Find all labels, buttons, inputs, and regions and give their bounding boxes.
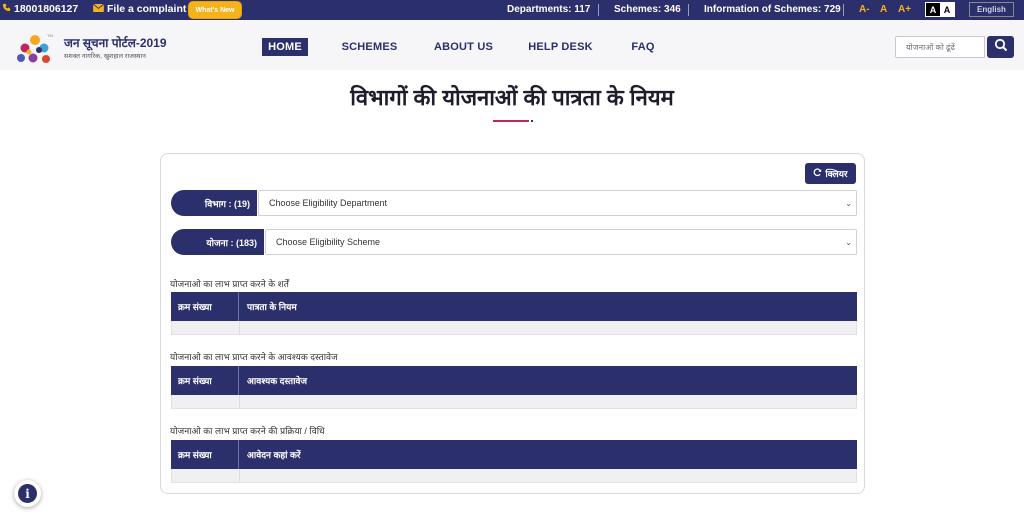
department-select[interactable]: Choose Eligibility Department ⌄	[258, 190, 857, 216]
scheme-label: योजना : (183)	[171, 229, 264, 255]
department-select-value: Choose Eligibility Department	[269, 198, 388, 208]
nav-faq[interactable]: FAQ	[627, 38, 659, 56]
department-label: विभाग : (19)	[171, 190, 257, 216]
nav-schemes[interactable]: SCHEMES	[340, 38, 399, 56]
table-header: क्रम संख्या आवेदन कहां करें	[171, 440, 857, 469]
contrast-dark-button[interactable]: A	[926, 3, 940, 16]
brand-tagline: सशक्त नागरिक, खुशहाल राजस्थान	[64, 53, 146, 60]
conditions-section-title: योजनाओ का लाभ प्राप्त करने के शर्तें	[170, 279, 289, 289]
where-to-apply-header: आवेदन कहां करें	[247, 450, 301, 460]
documents-section-title: योजनाओ का लाभ प्राप्त करने के आवश्यक दस्…	[170, 352, 338, 362]
chevron-down-icon: ⌄	[845, 199, 852, 208]
page-title: विभागों की योजनाओं की पात्रता के नियम	[350, 85, 674, 110]
scheme-filter: योजना : (183) Choose Eligibility Scheme …	[171, 229, 857, 255]
serial-number-header: क्रम संख्या	[171, 440, 239, 469]
svg-text:TM: TM	[47, 33, 53, 38]
phone-icon	[2, 3, 11, 15]
table-row	[171, 469, 857, 483]
font-increase-button[interactable]: A+	[898, 4, 911, 15]
serial-number-header: क्रम संख्या	[171, 366, 239, 395]
table-row	[171, 395, 857, 409]
title-underline	[493, 120, 529, 122]
title-underline-dot	[531, 120, 533, 122]
process-section-title: योजनाओ का लाभ प्राप्त करने की प्रक्रिया …	[170, 426, 325, 436]
chevron-down-icon: ⌄	[845, 238, 852, 247]
nav-help-desk[interactable]: HELP DESK	[528, 38, 593, 56]
contrast-toggle[interactable]: A A	[925, 2, 955, 17]
required-documents-header: आवश्यक दस्तावेज	[247, 376, 308, 386]
serial-number-header: क्रम संख्या	[171, 292, 239, 321]
font-decrease-button[interactable]: A-	[859, 4, 870, 15]
nav-about-us[interactable]: ABOUT US	[432, 38, 495, 56]
divider	[598, 4, 599, 16]
language-select[interactable]: English	[969, 2, 1014, 17]
file-complaint-link[interactable]: File a complaint	[92, 3, 187, 15]
phone-contact[interactable]: 18001806127	[2, 3, 78, 15]
departments-count: Departments: 117	[507, 4, 591, 15]
clear-label: क्लियर	[825, 169, 848, 179]
main-navbar: TM जन सूचना पोर्टल-2019 सशक्त नागरिक, खु…	[0, 20, 1024, 70]
contrast-light-button[interactable]: A	[940, 3, 954, 16]
conditions-table: क्रम संख्या पात्रता के नियम	[171, 292, 857, 335]
table-row	[171, 321, 857, 335]
scheme-info-count: Information of Schemes: 729	[704, 4, 841, 15]
eligibility-card: क्लियर विभाग : (19) Choose Eligibility D…	[160, 153, 865, 494]
table-header: क्रम संख्या पात्रता के नियम	[171, 292, 857, 321]
process-table: क्रम संख्या आवेदन कहां करें	[171, 440, 857, 483]
scheme-select[interactable]: Choose Eligibility Scheme ⌄	[265, 229, 857, 255]
documents-table: क्रम संख्या आवश्यक दस्तावेज	[171, 366, 857, 409]
info-button[interactable]: i	[14, 480, 41, 507]
scheme-select-value: Choose Eligibility Scheme	[276, 237, 381, 247]
divider	[843, 4, 844, 16]
top-bar: 18001806127 File a complaint What's New …	[0, 0, 1024, 20]
search-input[interactable]	[895, 36, 985, 58]
logo-icon[interactable]: TM	[13, 28, 57, 68]
font-normal-button[interactable]: A	[880, 4, 887, 15]
department-filter: विभाग : (19) Choose Eligibility Departme…	[171, 190, 857, 216]
complaint-label: File a complaint	[107, 3, 187, 15]
search-icon	[994, 38, 1008, 57]
brand-title: जन सूचना पोर्टल-2019	[64, 36, 167, 50]
mail-icon	[92, 3, 105, 15]
clear-button[interactable]: क्लियर	[805, 163, 856, 184]
divider	[688, 4, 689, 16]
whats-new-button[interactable]: What's New	[188, 1, 242, 19]
search-button[interactable]	[987, 36, 1014, 58]
phone-number: 18001806127	[14, 3, 79, 15]
eligibility-rules-header: पात्रता के नियम	[247, 302, 297, 312]
schemes-count: Schemes: 346	[614, 4, 681, 15]
refresh-icon	[813, 168, 822, 179]
table-header: क्रम संख्या आवश्यक दस्तावेज	[171, 366, 857, 395]
nav-home[interactable]: HOME	[262, 38, 308, 56]
info-icon: i	[18, 484, 37, 503]
